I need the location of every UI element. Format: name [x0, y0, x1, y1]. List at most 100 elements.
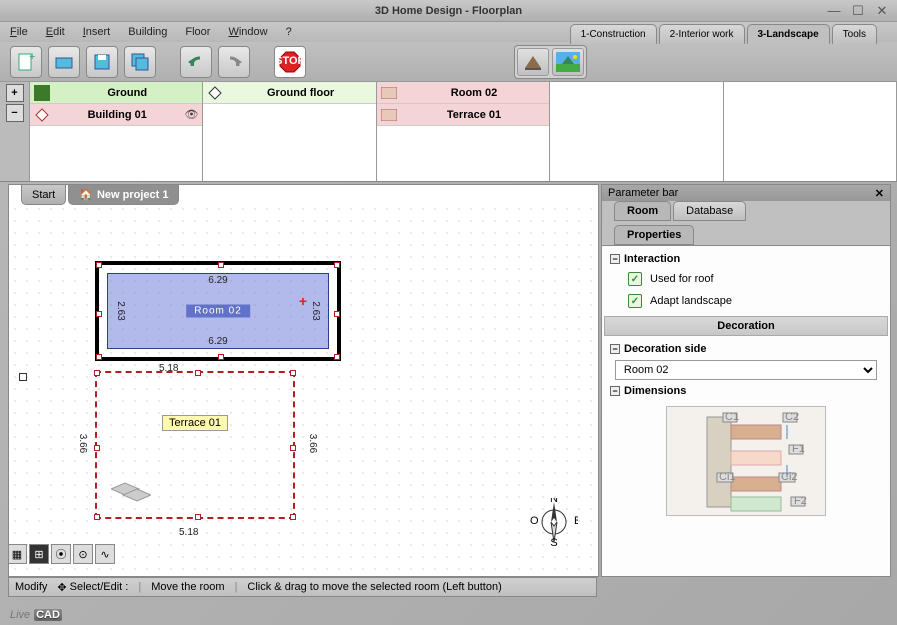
visibility-toggle-icon[interactable]: 👁: [184, 108, 198, 121]
panel-tabs: Room Database: [602, 201, 890, 221]
terrace-label: Terrace 01: [162, 415, 228, 431]
vtool-1[interactable]: ▦: [8, 544, 27, 564]
vtool-5[interactable]: ∿: [95, 544, 115, 564]
document-tabs: Start 🏠 New project 1: [21, 184, 181, 205]
workspace: Start 🏠 New project 1 Room 02 6.29 6.29 …: [0, 184, 897, 577]
view-tools: ▦ ⊞ ⦿ ⊙ ∿: [8, 544, 115, 564]
expand-button[interactable]: +: [6, 84, 24, 102]
new-file-button[interactable]: +: [10, 46, 42, 78]
main-tabs: 1-Construction 2-Interior work 3-Landsca…: [570, 24, 877, 44]
outliner-terrace[interactable]: Terrace 01: [377, 104, 549, 126]
undo-button[interactable]: [180, 46, 212, 78]
checkbox-icon[interactable]: ✓: [628, 272, 642, 286]
section-interaction[interactable]: −Interaction: [608, 250, 884, 268]
vtool-2[interactable]: ⊞: [29, 544, 49, 564]
outliner-col-4: [550, 82, 723, 181]
vtool-4[interactable]: ⊙: [73, 544, 93, 564]
close-button[interactable]: ✕: [873, 4, 891, 18]
outliner-ground[interactable]: Ground: [30, 82, 202, 104]
cross-marker-icon: +: [299, 293, 307, 309]
outliner-col-1: Ground Building 01 👁: [30, 82, 203, 181]
menu-help[interactable]: ?: [286, 26, 292, 38]
svg-text:Ci1: Ci1: [719, 471, 736, 483]
section-decoration[interactable]: Decoration: [604, 316, 888, 336]
svg-text:F2: F2: [794, 495, 807, 507]
title-bar: 3D Home Design - Floorplan — ☐ ✕: [0, 0, 897, 22]
mode-landscape-icon[interactable]: [552, 48, 584, 76]
open-file-button[interactable]: [48, 46, 80, 78]
outliner-col-5: [724, 82, 897, 181]
room-icon: [381, 85, 397, 101]
svg-text:Ci2: Ci2: [781, 471, 798, 483]
menu-window[interactable]: Window: [228, 26, 267, 38]
maximize-button[interactable]: ☐: [849, 4, 867, 18]
dimension-diagram: C1 C2 F1 Ci1 Ci2 F2: [666, 406, 826, 516]
brand-logo: Live CAD: [10, 605, 62, 621]
view-mode-group: [514, 45, 587, 79]
panel-tab-database[interactable]: Database: [673, 201, 746, 221]
svg-text:F1: F1: [792, 443, 805, 455]
menu-file[interactable]: File: [10, 26, 28, 38]
ground-icon: [34, 85, 50, 101]
outliner-ground-floor[interactable]: Ground floor: [203, 82, 375, 104]
tab-interior[interactable]: 2-Interior work: [659, 24, 745, 44]
status-select-edit: ✥Select/Edit :: [57, 581, 128, 594]
save-file-button[interactable]: [86, 46, 118, 78]
outliner-building[interactable]: Building 01 👁: [30, 104, 202, 126]
dim-bottom: 6.29: [208, 336, 227, 347]
stop-button[interactable]: STOP: [274, 46, 306, 78]
check-used-for-roof[interactable]: ✓ Used for roof: [608, 268, 884, 290]
diamond-icon: [34, 107, 50, 123]
decoration-side-select[interactable]: Room 02: [615, 360, 877, 380]
collapse-button[interactable]: −: [6, 104, 24, 122]
svg-text:STOP: STOP: [278, 55, 302, 67]
dim-366-right: 3.66: [307, 434, 318, 453]
dim-left: 2.63: [115, 301, 126, 320]
save-all-button[interactable]: [124, 46, 156, 78]
window-controls: — ☐ ✕: [825, 4, 891, 18]
svg-text:+: +: [29, 52, 35, 63]
canvas-area[interactable]: Start 🏠 New project 1 Room 02 6.29 6.29 …: [8, 184, 599, 577]
svg-text:N: N: [550, 498, 558, 505]
status-hint: Click & drag to move the selected room (…: [247, 581, 501, 593]
tab-construction[interactable]: 1-Construction: [570, 24, 657, 44]
dim-366-left: 3.66: [77, 434, 88, 453]
outliner-col-3: Room 02 Terrace 01: [377, 82, 550, 181]
minimize-button[interactable]: —: [825, 4, 843, 18]
mode-roof-icon[interactable]: [517, 48, 549, 76]
origin-marker: [19, 373, 27, 381]
status-bar: Modify ✥Select/Edit : | Move the room | …: [8, 577, 597, 597]
menu-floor[interactable]: Floor: [185, 26, 210, 38]
svg-text:O: O: [530, 515, 539, 527]
menu-edit[interactable]: Edit: [46, 26, 65, 38]
redo-button[interactable]: [218, 46, 250, 78]
parameter-panel: Parameter bar ✕ Room Database Properties…: [601, 184, 891, 577]
doc-tab-project[interactable]: 🏠 New project 1: [68, 184, 179, 205]
tab-tools[interactable]: Tools: [832, 24, 877, 44]
section-decoration-side[interactable]: −Decoration side: [608, 340, 884, 358]
canvas-grid[interactable]: Room 02 6.29 6.29 2.63 2.63 + 5.18 Terra…: [9, 203, 598, 576]
terrace-shape[interactable]: Terrace 01: [95, 371, 295, 519]
status-action: Move the room: [151, 581, 224, 593]
menu-insert[interactable]: Insert: [83, 26, 111, 38]
room02-shape[interactable]: Room 02 6.29 6.29 2.63 2.63 +: [95, 261, 341, 361]
outliner-room02[interactable]: Room 02: [377, 82, 549, 104]
status-modify: Modify: [15, 581, 47, 593]
doc-tab-start[interactable]: Start: [21, 184, 66, 205]
checkbox-icon[interactable]: ✓: [628, 294, 642, 308]
window-title: 3D Home Design - Floorplan: [375, 5, 522, 17]
panel-close-button[interactable]: ✕: [875, 187, 884, 200]
svg-text:E: E: [574, 515, 578, 527]
check-adapt-landscape[interactable]: ✓ Adapt landscape: [608, 290, 884, 312]
diamond-icon: [207, 85, 223, 101]
vtool-3[interactable]: ⦿: [51, 544, 71, 564]
panel-tab-room[interactable]: Room: [614, 201, 671, 221]
tab-landscape[interactable]: 3-Landscape: [747, 24, 830, 44]
outliner: + − Ground Building 01 👁 Ground floor Ro…: [0, 82, 897, 182]
menu-building[interactable]: Building: [128, 26, 167, 38]
panel-tab-properties[interactable]: Properties: [614, 225, 694, 245]
panel-body: −Interaction ✓ Used for roof ✓ Adapt lan…: [602, 245, 890, 576]
dim-right: 2.63: [310, 301, 321, 320]
svg-text:C1: C1: [725, 411, 739, 423]
section-dimensions[interactable]: −Dimensions: [608, 382, 884, 400]
